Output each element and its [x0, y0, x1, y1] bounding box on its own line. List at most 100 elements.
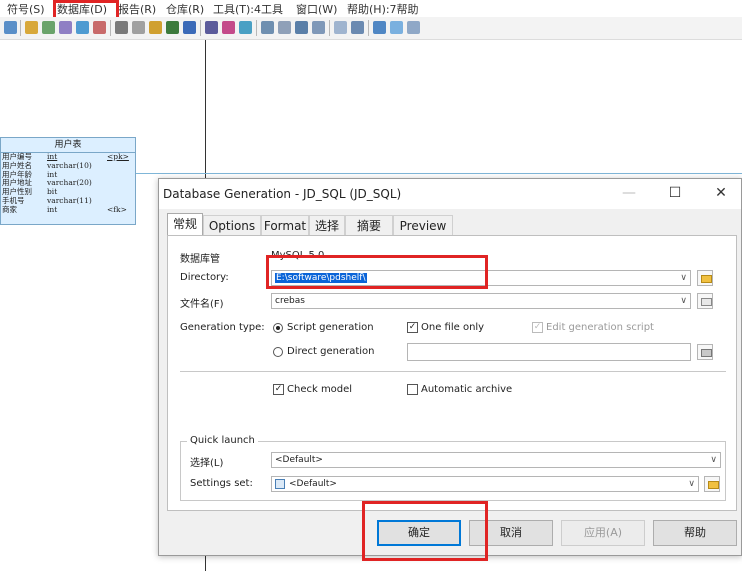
- separator: [180, 371, 726, 372]
- toolbar: [0, 17, 742, 40]
- menu-symbol[interactable]: 符号(S): [7, 1, 45, 17]
- settings-set-label: Settings set:: [190, 478, 253, 489]
- dialog-title: Database Generation - JD_SQL (JD_SQL): [163, 187, 402, 201]
- tool-icon[interactable]: [390, 21, 403, 34]
- quick-launch-group: Quick launch 选择(L) <Default> ∨ Settings …: [180, 435, 726, 501]
- database-icon: [701, 349, 712, 357]
- tool-icon[interactable]: [312, 21, 325, 34]
- settings-set-select[interactable]: <Default> ∨: [271, 476, 699, 492]
- tool-icon[interactable]: [115, 21, 128, 34]
- edit-generation-script-checkbox[interactable]: ✓: [532, 322, 543, 333]
- chevron-down-icon[interactable]: ∨: [680, 294, 687, 308]
- check-model-checkbox[interactable]: ✓: [273, 384, 284, 395]
- menu-window[interactable]: 窗口(W): [296, 1, 337, 17]
- folder-icon: [708, 481, 719, 489]
- check-model-label[interactable]: Check model: [287, 384, 352, 395]
- toolbar-separator: [256, 20, 257, 36]
- dialog-tabs: 常规 Options Format 选择 摘要 Preview: [167, 213, 737, 236]
- entity-columns: 用户编号 int <pk> 用户姓名 varchar(10) 用户年龄 int 用户地址 var…: [1, 152, 135, 215]
- file-icon: [701, 298, 712, 306]
- selection-select[interactable]: <Default> ∨: [271, 452, 721, 468]
- tool-icon[interactable]: [59, 21, 72, 34]
- dbms-label: 数据库管: [180, 254, 220, 265]
- toolbar-separator: [20, 20, 21, 36]
- quick-launch-title: Quick launch: [187, 435, 258, 446]
- tab-format[interactable]: Format: [261, 215, 309, 235]
- data-source-button[interactable]: [697, 344, 713, 360]
- tab-summary[interactable]: 摘要: [345, 215, 393, 235]
- tool-icon[interactable]: [93, 21, 106, 34]
- dialog-titlebar[interactable]: Database Generation - JD_SQL (JD_SQL) — …: [159, 179, 741, 209]
- entity-column-row: 商家 int <fk>: [1, 204, 135, 215]
- tool-icon[interactable]: [205, 21, 218, 34]
- settings-set-browse-button[interactable]: [704, 476, 720, 492]
- close-button[interactable]: ✕: [711, 185, 731, 201]
- tool-icon[interactable]: [42, 21, 55, 34]
- tool-icon[interactable]: [239, 21, 252, 34]
- one-file-only-label[interactable]: One file only: [421, 322, 484, 333]
- filename-label: 文件名(F): [180, 299, 224, 310]
- browse-directory-button[interactable]: [697, 270, 713, 286]
- chevron-down-icon[interactable]: ∨: [688, 477, 695, 491]
- automatic-archive-checkbox[interactable]: [407, 384, 418, 395]
- tool-icon[interactable]: [222, 21, 235, 34]
- selection-value: <Default>: [275, 455, 323, 465]
- tool-icon[interactable]: [166, 21, 179, 34]
- script-generation-radio[interactable]: [273, 323, 283, 333]
- apply-button[interactable]: 应用(A): [561, 520, 645, 546]
- edit-generation-script-label[interactable]: Edit generation script: [546, 322, 654, 333]
- tool-icon[interactable]: [295, 21, 308, 34]
- chevron-down-icon[interactable]: ∨: [710, 453, 717, 467]
- settings-set-value: <Default>: [289, 479, 337, 489]
- menu-help[interactable]: 帮助(H):7帮助: [347, 1, 419, 17]
- menu-report[interactable]: 报告(R): [118, 1, 156, 17]
- filename-input[interactable]: crebas ∨: [271, 293, 691, 309]
- tool-icon[interactable]: [278, 21, 291, 34]
- database-generation-dialog: Database Generation - JD_SQL (JD_SQL) — …: [158, 178, 742, 556]
- generation-type-label: Generation type:: [180, 322, 265, 333]
- toolbar-separator: [368, 20, 369, 36]
- tool-icon[interactable]: [4, 21, 17, 34]
- menu-tools[interactable]: 工具(T):4工具: [213, 1, 283, 17]
- toolbar-separator: [200, 20, 201, 36]
- highlight-directory: [266, 255, 488, 289]
- minimize-button[interactable]: —: [619, 185, 639, 201]
- tab-general[interactable]: 常规: [167, 213, 203, 236]
- entity-column-name: 商家: [2, 204, 17, 214]
- chevron-down-icon[interactable]: ∨: [680, 271, 687, 285]
- tool-icon[interactable]: [373, 21, 386, 34]
- automatic-archive-label[interactable]: Automatic archive: [421, 384, 512, 395]
- file-options-button[interactable]: [697, 293, 713, 309]
- entity-column-key: <fk>: [107, 204, 127, 214]
- tab-options[interactable]: Options: [203, 215, 261, 235]
- tool-icon[interactable]: [334, 21, 347, 34]
- script-generation-label[interactable]: Script generation: [287, 322, 374, 333]
- tool-icon[interactable]: [351, 21, 364, 34]
- data-source-input[interactable]: [407, 343, 691, 361]
- selection-label: 选择(L): [190, 458, 224, 469]
- folder-icon: [701, 275, 712, 283]
- toolbar-separator: [110, 20, 111, 36]
- direct-generation-label[interactable]: Direct generation: [287, 346, 375, 357]
- help-button[interactable]: 帮助: [653, 520, 737, 546]
- tool-icon[interactable]: [407, 21, 420, 34]
- entity-user-table[interactable]: 用户表 用户编号 int <pk> 用户姓名 varchar(10) 用户年龄 int 用户地…: [0, 137, 136, 225]
- one-file-only-checkbox[interactable]: ✓: [407, 322, 418, 333]
- maximize-button[interactable]: ☐: [665, 185, 685, 201]
- tool-icon[interactable]: [76, 21, 89, 34]
- entity-column-key: <pk>: [107, 152, 129, 161]
- direct-generation-radio[interactable]: [273, 347, 283, 357]
- tool-icon[interactable]: [149, 21, 162, 34]
- tool-icon[interactable]: [132, 21, 145, 34]
- menu-repository[interactable]: 仓库(R): [166, 1, 204, 17]
- entity-column-type: int: [47, 204, 58, 214]
- filename-value: crebas: [275, 296, 305, 306]
- tab-selection[interactable]: 选择: [309, 215, 345, 235]
- tab-preview[interactable]: Preview: [393, 215, 453, 235]
- tool-icon[interactable]: [261, 21, 274, 34]
- directory-label: Directory:: [180, 272, 229, 283]
- entity-title: 用户表: [1, 138, 135, 153]
- tool-icon[interactable]: [25, 21, 38, 34]
- settings-set-icon: [275, 479, 285, 489]
- tool-icon[interactable]: [183, 21, 196, 34]
